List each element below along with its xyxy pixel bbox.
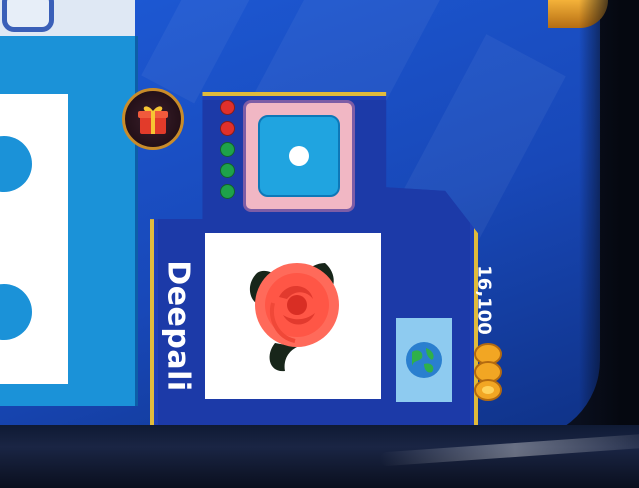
gift-button[interactable]	[122, 88, 184, 150]
device-bezel	[0, 425, 639, 488]
gift-icon	[138, 106, 168, 134]
dice-button[interactable]	[258, 115, 340, 197]
indicator-lamp-red	[220, 121, 235, 136]
token-slot	[2, 0, 54, 32]
dice-frame	[243, 100, 355, 212]
player-avatar[interactable]	[205, 233, 381, 399]
home-circle	[0, 136, 32, 192]
home-circle	[0, 284, 32, 340]
rose-icon	[249, 263, 339, 372]
country-flag	[396, 318, 452, 402]
opponent-avatar-box	[0, 94, 68, 384]
dice-pip	[289, 146, 309, 166]
device-edge	[579, 0, 639, 440]
indicator-lamp-green	[220, 184, 235, 199]
indicator-lamp-green	[220, 163, 235, 178]
move-indicator-lamps	[220, 100, 236, 205]
globe-icon	[406, 342, 442, 378]
player-name: Deepali	[160, 260, 196, 392]
coin-balance: 16,100	[473, 265, 495, 335]
opponent-panel	[0, 36, 138, 406]
indicator-lamp-red	[220, 100, 235, 115]
game-screen: Deepali 16,100	[0, 0, 639, 488]
board-track-top	[0, 0, 135, 36]
indicator-lamp-green	[220, 142, 235, 157]
coin-stack-icon	[470, 342, 506, 410]
